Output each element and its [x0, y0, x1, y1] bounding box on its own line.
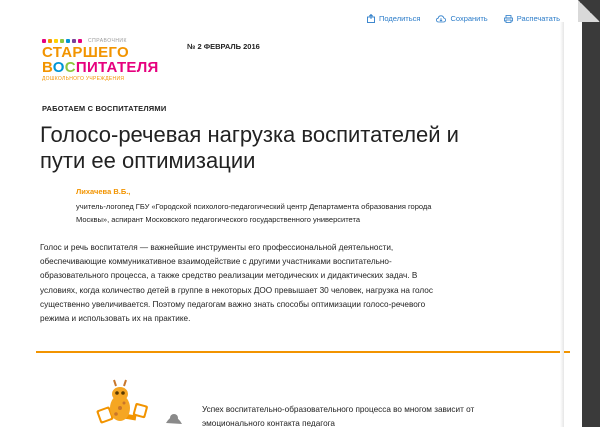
- section-divider: [36, 351, 570, 353]
- printer-icon: [503, 14, 513, 23]
- page-fold-corner: [578, 0, 600, 22]
- page-edge-shadow: [560, 22, 564, 427]
- author-name: Лихачева В.Б.,: [76, 187, 131, 196]
- logo-line1: СТАРШЕГО: [42, 44, 129, 61]
- print-button[interactable]: Распечатать: [503, 14, 560, 23]
- body-paragraph: Успех воспитательно-образовательного про…: [202, 405, 475, 427]
- author-info: учитель-логопед ГБУ «Городской психолого…: [76, 202, 432, 224]
- logo-letter-rest: ПИТАТЕЛЯ: [75, 59, 159, 76]
- share-button[interactable]: Поделиться: [367, 14, 420, 23]
- logo-subtitle: ДОШКОЛЬНОГО УЧРЕЖДЕНИЯ: [42, 76, 125, 82]
- issue-number: № 2 ФЕВРАЛЬ 2016: [187, 42, 260, 51]
- document-page: Поделиться Сохранить Распечатать СПРАВОЧ…: [0, 0, 582, 427]
- save-label: Сохранить: [450, 14, 488, 23]
- logo-letter-3: С: [64, 59, 76, 76]
- lead-paragraph: Голос и речь воспитателя — важнейшие инс…: [40, 243, 433, 324]
- rubric-heading: РАБОТАЕМ С ВОСПИТАТЕЛЯМИ: [42, 104, 167, 113]
- magazine-logo[interactable]: СПРАВОЧНИК СТАРШЕГО ВОСПИТАТЕЛЯ ДОШКОЛЬН…: [42, 38, 162, 82]
- logo-line2: ВОСПИТАТЕЛЯ: [42, 60, 162, 75]
- share-label: Поделиться: [379, 14, 421, 23]
- share-icon: [367, 14, 375, 23]
- article-title: Голосо-речевая нагрузка воспитателей и п…: [40, 122, 459, 173]
- logo-letter-2: О: [52, 59, 65, 76]
- toolbar: Поделиться Сохранить Распечатать: [367, 14, 560, 23]
- print-label: Распечатать: [516, 14, 560, 23]
- giraffe-illustration-icon: [96, 379, 182, 424]
- page-edge: [582, 22, 600, 427]
- logo-letter-1: В: [42, 59, 53, 76]
- save-button[interactable]: Сохранить: [436, 14, 488, 23]
- cloud-save-icon: [436, 14, 447, 22]
